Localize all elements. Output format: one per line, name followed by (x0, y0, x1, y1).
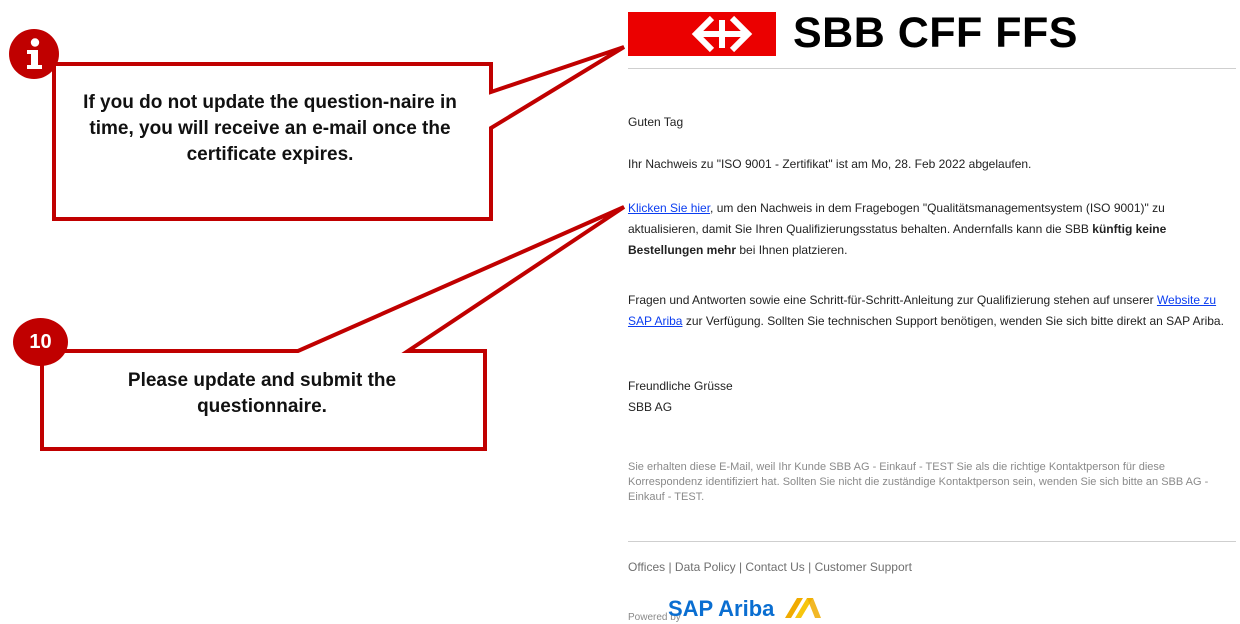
step-number-badge: 10 (13, 318, 68, 366)
step-callout-text: Please update and submit the questionnai… (127, 370, 397, 417)
info-icon (27, 38, 42, 69)
info-callout-text: If you do not update the question-naire … (83, 92, 457, 165)
info-badge (9, 29, 59, 79)
